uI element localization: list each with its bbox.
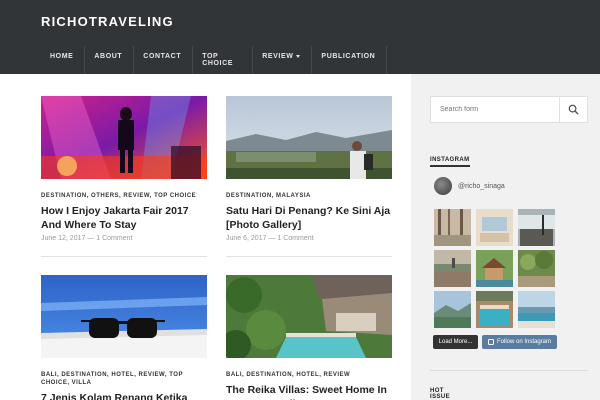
nav-publication[interactable]: PUBLICATION	[312, 46, 388, 74]
search-button[interactable]	[559, 96, 588, 123]
post-categories[interactable]: DESTINATION, MALAYSIA	[226, 192, 392, 200]
nav-top-choice[interactable]: TOP CHOICE	[193, 46, 254, 74]
instagram-thumb[interactable]	[476, 291, 513, 328]
instagram-icon	[487, 339, 494, 345]
post-meta: June 12, 2017 — 1 Comment	[41, 235, 133, 242]
post-title[interactable]: The Reika Villas: Sweet Home In Ungasan,…	[226, 383, 392, 400]
search-field	[430, 96, 559, 123]
post-thumbnail-pool[interactable]	[41, 275, 207, 358]
post-thumbnail-penang[interactable]	[226, 96, 392, 179]
sidebar: INSTAGRAM @richo_sinaga Load More... Fol…	[411, 74, 600, 400]
instagram-thumb[interactable]	[434, 291, 471, 328]
nav-review[interactable]: REVIEW	[253, 46, 313, 74]
instagram-grid	[434, 209, 555, 328]
site-title[interactable]: RICHOTRAVELING	[41, 14, 174, 29]
post-divider	[226, 256, 392, 257]
instagram-username: @richo_sinaga	[458, 182, 505, 190]
instagram-profile[interactable]: @richo_sinaga	[434, 177, 505, 195]
post-card: BALI, DESTINATION, HOTEL, REVIEW, TOP CH…	[41, 275, 207, 400]
main-nav: HOME ABOUT CONTACT TOP CHOICE REVIEW PUB…	[41, 46, 388, 74]
instagram-thumb[interactable]	[476, 209, 513, 246]
avatar	[434, 177, 452, 195]
post-card: DESTINATION, OTHERS, REVIEW, TOP CHOICE …	[41, 96, 207, 242]
nav-review-label: REVIEW	[262, 53, 294, 60]
follow-instagram-button[interactable]: Follow on Instagram	[482, 335, 557, 349]
post-meta: June 6, 2017 — 1 Comment	[226, 235, 314, 242]
instagram-thumb[interactable]	[518, 209, 555, 246]
instagram-thumb[interactable]	[434, 250, 471, 287]
instagram-thumb[interactable]	[518, 250, 555, 287]
post-title[interactable]: Satu Hari Di Penang? Ke Sini Aja [Photo …	[226, 204, 392, 232]
post-categories[interactable]: BALI, DESTINATION, HOTEL, REVIEW	[226, 371, 392, 379]
post-thumbnail-villa[interactable]	[221, 275, 392, 360]
instagram-thumb[interactable]	[518, 291, 555, 328]
nav-top-choice-label: TOP CHOICE	[202, 53, 234, 67]
post-title[interactable]: 7 Jenis Kolam Renang Ketika	[41, 391, 207, 400]
instagram-thumb[interactable]	[476, 250, 513, 287]
post-divider	[41, 256, 207, 257]
follow-instagram-label: Follow on Instagram	[496, 339, 552, 345]
post-card: BALI, DESTINATION, HOTEL, REVIEW The Rei…	[221, 275, 392, 400]
search-icon	[568, 104, 579, 115]
chevron-down-icon	[296, 55, 301, 58]
site-header: RICHOTRAVELING HOME ABOUT CONTACT TOP CH…	[0, 0, 600, 74]
instagram-thumb[interactable]	[434, 209, 471, 246]
search-input[interactable]	[431, 97, 559, 122]
post-card: DESTINATION, MALAYSIA Satu Hari Di Penan…	[226, 96, 392, 242]
sidebar-divider	[430, 370, 588, 371]
instagram-widget-title: INSTAGRAM	[430, 157, 470, 167]
nav-contact[interactable]: CONTACT	[134, 46, 194, 74]
hot-issue-widget-title: HOT ISSUE	[430, 388, 450, 400]
post-thumbnail-concert[interactable]	[41, 96, 207, 179]
nav-about[interactable]: ABOUT	[85, 46, 135, 74]
post-categories[interactable]: BALI, DESTINATION, HOTEL, REVIEW, TOP CH…	[41, 371, 207, 387]
load-more-button[interactable]: Load More...	[433, 335, 478, 349]
post-categories[interactable]: DESTINATION, OTHERS, REVIEW, TOP CHOICE	[41, 192, 207, 200]
post-title[interactable]: How I Enjoy Jakarta Fair 2017 And Where …	[41, 204, 207, 232]
nav-home[interactable]: HOME	[41, 46, 86, 74]
